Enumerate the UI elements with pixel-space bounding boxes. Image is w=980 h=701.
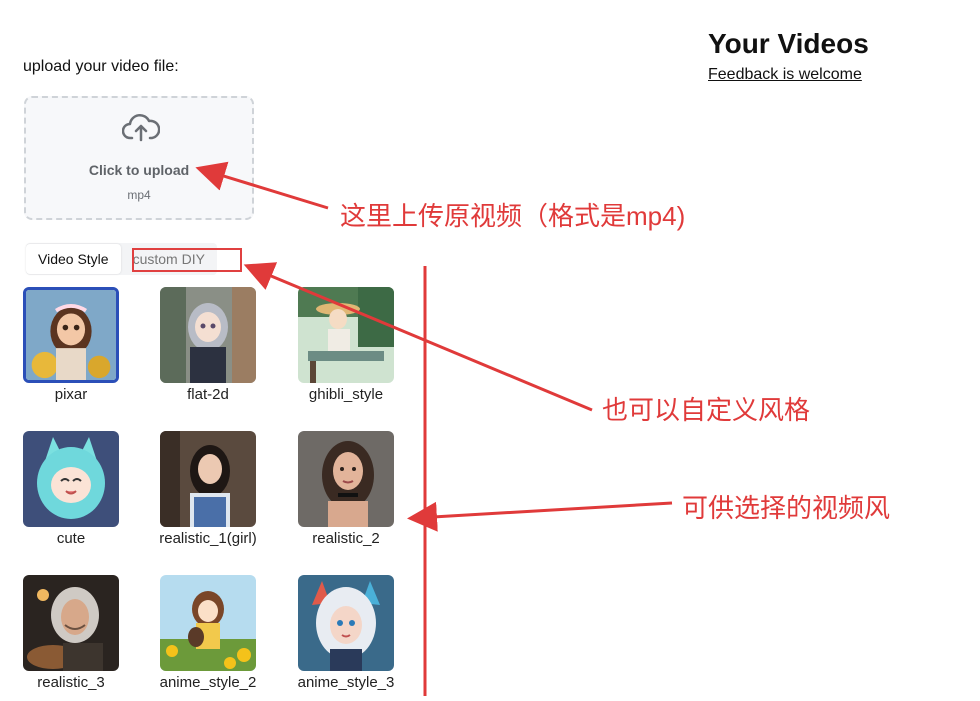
upload-format: mp4 <box>127 188 151 202</box>
feedback-link[interactable]: Feedback is welcome <box>708 66 862 84</box>
pixar-girl-image <box>26 290 116 380</box>
realistic-woman-image <box>298 431 394 527</box>
style-tabs: Video Style custom DIY <box>26 243 217 275</box>
style-label: anime_style_3 <box>297 674 395 691</box>
tab-custom-diy[interactable]: custom DIY <box>121 244 217 274</box>
annotation-styles-note: 可供选择的视频风 <box>682 493 891 523</box>
style-thumbnail[interactable] <box>298 575 394 671</box>
flat-2d-girl-image <box>160 287 256 383</box>
tab-video-style[interactable]: Video Style <box>26 244 121 274</box>
anime-fantasy-girl-image <box>298 575 394 671</box>
style-label: realistic_2 <box>312 530 380 547</box>
style-thumbnail[interactable] <box>298 287 394 383</box>
style-card-realistic-1[interactable]: realistic_1(girl) <box>159 431 257 547</box>
realistic-girl-image <box>160 431 256 527</box>
page-title: Your Videos <box>708 28 869 59</box>
style-card-realistic-3[interactable]: realistic_3 <box>23 575 119 691</box>
style-label: ghibli_style <box>308 386 384 403</box>
annotation-diy-note: 也可以自定义风格 <box>602 395 811 425</box>
style-thumbnail[interactable] <box>160 575 256 671</box>
style-thumbnail[interactable] <box>160 431 256 527</box>
style-label: realistic_1(girl) <box>159 530 257 547</box>
style-label: anime_style_2 <box>159 674 257 691</box>
style-card-ghibli[interactable]: ghibli_style <box>298 287 394 403</box>
style-card-pixar[interactable]: pixar <box>23 287 119 403</box>
style-thumbnail[interactable] <box>160 287 256 383</box>
style-label: cute <box>56 530 86 547</box>
upload-title: Click to upload <box>88 162 190 178</box>
style-label: flat-2d <box>187 386 229 403</box>
style-thumbnail[interactable] <box>23 575 119 671</box>
style-thumbnail[interactable] <box>23 431 119 527</box>
style-card-realistic-2[interactable]: realistic_2 <box>298 431 394 547</box>
upload-dropzone[interactable]: Click to upload mp4 <box>24 96 254 220</box>
cloud-upload-icon <box>122 114 160 142</box>
realistic-man-image <box>23 575 119 671</box>
style-thumbnail[interactable] <box>23 287 119 383</box>
style-card-anime-3[interactable]: anime_style_3 <box>298 575 394 691</box>
annotation-upload-note: 这里上传原视频（格式是mp4) <box>340 201 686 231</box>
style-card-cute[interactable]: cute <box>23 431 119 547</box>
style-label: realistic_3 <box>37 674 105 691</box>
style-label: pixar <box>54 386 88 403</box>
style-card-flat-2d[interactable]: flat-2d <box>160 287 256 403</box>
style-thumbnail[interactable] <box>298 431 394 527</box>
upload-label: upload your video file: <box>23 58 179 75</box>
arrow-to-styles <box>407 501 673 532</box>
style-card-anime-2[interactable]: anime_style_2 <box>160 575 256 691</box>
cute-cat-girl-image <box>23 431 119 527</box>
ghibli-girl-image <box>298 287 394 383</box>
anime-girl-sunflowers-image <box>160 575 256 671</box>
